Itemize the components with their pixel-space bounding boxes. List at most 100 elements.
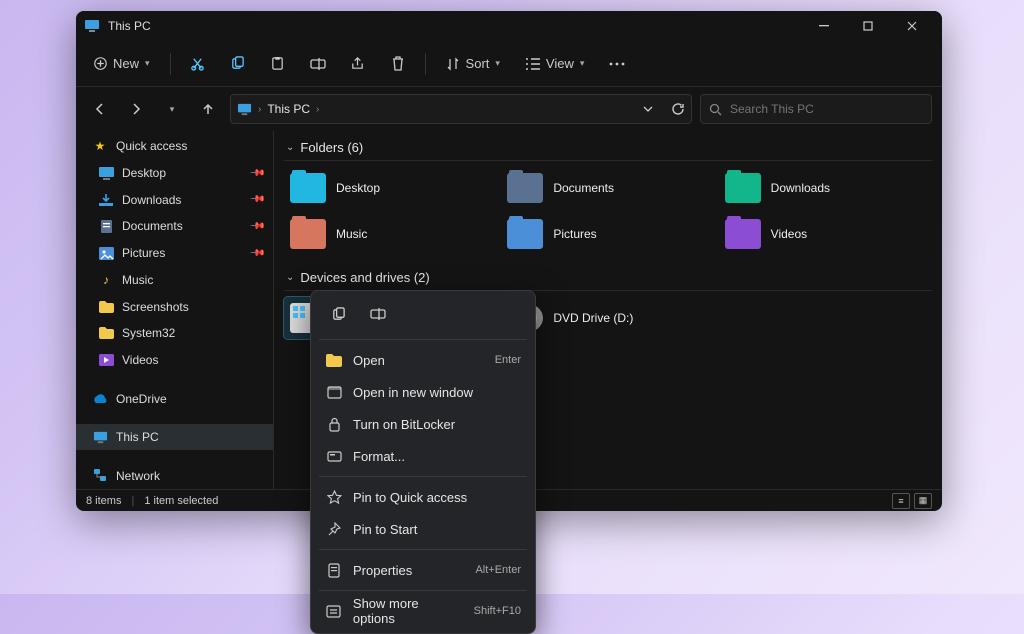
search-bar[interactable] — [700, 94, 932, 124]
new-label: New — [113, 56, 139, 71]
ctx-open[interactable]: Open Enter — [317, 344, 529, 376]
maximize-button[interactable] — [846, 11, 890, 41]
ctx-rename-button[interactable] — [361, 299, 395, 329]
chevron-down-icon: ⌄ — [286, 272, 294, 283]
ctx-open-new-window[interactable]: Open in new window — [317, 376, 529, 408]
ctx-copy-button[interactable] — [321, 299, 355, 329]
this-pc-icon — [237, 102, 252, 117]
sidebar-label: Pictures — [122, 246, 165, 260]
folder-tile--music[interactable]: Music — [284, 213, 497, 255]
sidebar-item-videos[interactable]: Videos — [76, 347, 273, 374]
copy-button[interactable] — [221, 49, 255, 79]
rename-icon — [370, 307, 386, 321]
rename-button[interactable] — [301, 49, 335, 79]
forward-button[interactable] — [122, 95, 150, 123]
downloads-icon — [98, 192, 114, 208]
address-segment[interactable]: This PC — [267, 102, 310, 116]
folder-label: Videos — [771, 227, 807, 241]
sidebar-item-downloads[interactable]: Downloads 📌 — [76, 186, 273, 213]
new-button[interactable]: New ▾ — [84, 49, 160, 79]
ctx-pin-quick-access[interactable]: Pin to Quick access — [317, 481, 529, 513]
ctx-shortcut: Shift+F10 — [474, 605, 521, 617]
search-input[interactable] — [730, 102, 923, 116]
star-icon: ★ — [92, 138, 108, 154]
view-button[interactable]: View ▾ — [516, 49, 594, 79]
drives-section-header[interactable]: ⌄ Devices and drives (2) — [284, 265, 932, 291]
context-quick-actions — [317, 297, 529, 335]
pictures-icon — [98, 245, 114, 261]
separator — [319, 590, 527, 591]
sidebar-item-pictures[interactable]: Pictures 📌 — [76, 240, 273, 267]
sidebar-label: Network — [116, 469, 160, 483]
sidebar-label: Screenshots — [122, 300, 189, 314]
up-button[interactable] — [194, 95, 222, 123]
sidebar-item-documents[interactable]: Documents 📌 — [76, 213, 273, 240]
sidebar-label: Desktop — [122, 166, 166, 180]
minimize-button[interactable] — [802, 11, 846, 41]
navigation-pane: ★ Quick access Desktop 📌 Downloads 📌 Doc… — [76, 131, 274, 489]
icons-layout-button[interactable]: ▦ — [914, 493, 932, 509]
folder-tile-pictures[interactable]: Pictures — [501, 213, 714, 255]
folder-icon — [98, 299, 114, 315]
sidebar-item-desktop[interactable]: Desktop 📌 — [76, 160, 273, 187]
window-title: This PC — [108, 19, 151, 33]
folder-icon — [290, 173, 326, 203]
ctx-bitlocker[interactable]: Turn on BitLocker — [317, 408, 529, 440]
folder-icon — [507, 173, 543, 203]
folder-open-icon — [325, 354, 343, 367]
sidebar-quick-access[interactable]: ★ Quick access — [76, 133, 273, 160]
music-icon: ♪ — [98, 272, 114, 288]
address-bar[interactable]: › This PC › — [230, 94, 692, 124]
layout-buttons: ≡ ▦ — [892, 493, 932, 509]
folder-tile-videos[interactable]: Videos — [719, 213, 932, 255]
more-button[interactable] — [600, 49, 634, 79]
separator — [425, 53, 426, 75]
paste-button[interactable] — [261, 49, 295, 79]
ctx-format[interactable]: Format... — [317, 440, 529, 472]
details-layout-button[interactable]: ≡ — [892, 493, 910, 509]
window-buttons — [802, 11, 934, 41]
chevron-down-icon: ⌄ — [286, 142, 294, 153]
ctx-show-more[interactable]: Show more options Shift+F10 — [317, 595, 529, 627]
folder-tile-downloads[interactable]: Downloads — [719, 167, 932, 209]
sidebar-onedrive[interactable]: OneDrive — [76, 385, 273, 412]
pin-icon: 📌 — [248, 165, 265, 182]
folders-section-header[interactable]: ⌄ Folders (6) — [284, 135, 932, 161]
ctx-label: Pin to Quick access — [353, 490, 467, 505]
back-button[interactable] — [86, 95, 114, 123]
refresh-button[interactable] — [671, 102, 685, 116]
ctx-label: Format... — [353, 449, 405, 464]
sidebar-this-pc[interactable]: This PC — [76, 424, 273, 451]
chevron-right-icon: › — [316, 104, 319, 115]
sidebar-item-music[interactable]: ♪ Music — [76, 267, 273, 294]
address-dropdown-icon[interactable] — [643, 104, 653, 114]
videos-icon — [98, 352, 114, 368]
folder-icon — [507, 219, 543, 249]
sidebar-network[interactable]: Network — [76, 462, 273, 489]
onedrive-icon — [92, 391, 108, 407]
ctx-properties[interactable]: Properties Alt+Enter — [317, 554, 529, 586]
pin-icon: 📌 — [248, 245, 265, 262]
folder-tile-documents[interactable]: Documents — [501, 167, 714, 209]
close-button[interactable] — [890, 11, 934, 41]
ctx-pin-start[interactable]: Pin to Start — [317, 513, 529, 545]
folder-tile-desktop[interactable]: Desktop — [284, 167, 497, 209]
sort-button[interactable]: Sort ▾ — [436, 49, 510, 79]
sidebar-label: System32 — [122, 326, 175, 340]
drive-label: DVD Drive (D:) — [553, 311, 633, 325]
sidebar-label: This PC — [116, 430, 159, 444]
cut-button[interactable] — [181, 49, 215, 79]
view-label: View — [546, 56, 574, 71]
delete-button[interactable] — [381, 49, 415, 79]
cut-icon — [190, 56, 205, 71]
star-outline-icon — [325, 490, 343, 505]
sidebar-item-system32[interactable]: System32 — [76, 320, 273, 347]
folder-icon — [290, 219, 326, 249]
share-button[interactable] — [341, 49, 375, 79]
recent-button[interactable]: ▾ — [158, 95, 186, 123]
sidebar-item-screenshots[interactable]: Screenshots — [76, 293, 273, 320]
navigation-row: ▾ › This PC › — [76, 87, 942, 131]
chevron-down-icon: ▾ — [170, 104, 175, 115]
sidebar-label: Videos — [122, 353, 158, 367]
more-options-icon — [325, 605, 343, 618]
